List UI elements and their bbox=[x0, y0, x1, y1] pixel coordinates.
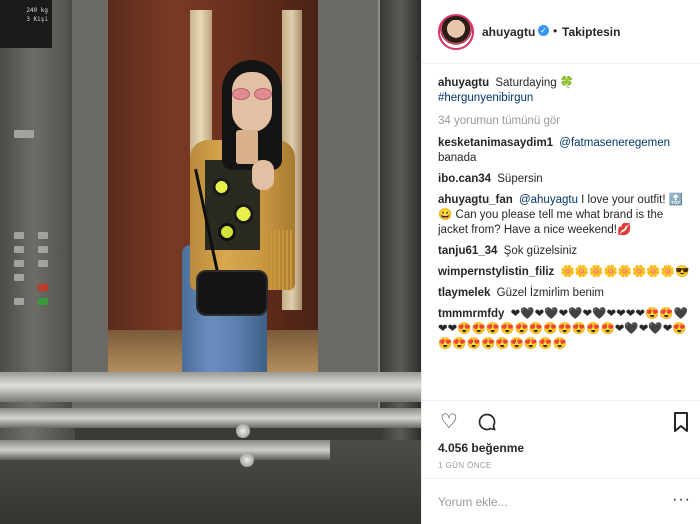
post-timestamp: 1 GÜN ÖNCE bbox=[438, 461, 492, 470]
elevator-button bbox=[38, 260, 48, 267]
caption-username[interactable]: ahuyagtu bbox=[438, 77, 489, 89]
elevator-key-slot bbox=[14, 130, 34, 138]
person-face bbox=[232, 72, 272, 132]
capacity-persons: 3 Kişi bbox=[26, 16, 48, 23]
instagram-post-view: 240 kg 3 Kişi ahuyagtu ✓ • Takiptesin ah… bbox=[0, 0, 700, 524]
comment-item: kesketanimasaydim1 @fatmaseneregemen ban… bbox=[438, 136, 690, 166]
header-username[interactable]: ahuyagtu bbox=[482, 25, 535, 39]
elevator-button bbox=[14, 298, 24, 305]
comment-username[interactable]: tmmmrmfdy bbox=[438, 308, 504, 320]
sunglasses bbox=[232, 88, 274, 100]
comment-icon[interactable] bbox=[474, 409, 500, 435]
comment-item: tanju61_34 Şok güzelsiniz bbox=[438, 244, 690, 259]
more-options-icon[interactable]: ··· bbox=[672, 491, 691, 509]
verified-badge-icon: ✓ bbox=[538, 25, 549, 36]
comment-username[interactable]: kesketanimasaydim1 bbox=[438, 137, 553, 149]
view-all-comments-link[interactable]: 34 yorumun tümünü gör bbox=[438, 114, 690, 129]
comment-item: ibo.can34 Süpersin bbox=[438, 172, 690, 187]
comment-mention[interactable]: @fatmaseneregemen bbox=[559, 137, 670, 149]
elevator-button bbox=[14, 232, 24, 239]
handrail bbox=[0, 440, 330, 460]
elevator-button bbox=[14, 260, 24, 267]
comment-username[interactable]: tanju61_34 bbox=[438, 245, 497, 257]
comment-username[interactable]: wimpernstylistin_filiz bbox=[438, 266, 554, 278]
like-count[interactable]: 4.056 beğenme bbox=[438, 441, 524, 455]
post-photo[interactable]: 240 kg 3 Kişi bbox=[0, 0, 421, 524]
handrail bbox=[0, 408, 421, 428]
comment-text: Şok güzelsiniz bbox=[503, 245, 578, 257]
rail-bolt bbox=[236, 424, 250, 438]
comment-item: tlaymelek Güzel İzmirlim benim bbox=[438, 286, 690, 301]
phone bbox=[236, 130, 258, 164]
bookmark-icon[interactable] bbox=[668, 409, 694, 435]
comment-item: ahuyagtu_fan @ahuyagtu I love your outfi… bbox=[438, 193, 690, 238]
separator-dot: • bbox=[553, 24, 558, 38]
comment-username[interactable]: ahuyagtu_fan bbox=[438, 194, 513, 206]
elevator-alarm-button bbox=[38, 284, 48, 291]
elevator-control-panel: 240 kg 3 Kişi bbox=[0, 0, 68, 380]
rail-bolt bbox=[240, 453, 254, 467]
person-bag bbox=[196, 270, 268, 316]
comment-mention[interactable]: @ahuyagtu bbox=[519, 194, 578, 206]
comments-list[interactable]: ahuyagtu Saturdaying 🍀 #hergunyenibirgun… bbox=[438, 76, 690, 396]
caption-hashtag[interactable]: #hergunyenibirgun bbox=[438, 92, 533, 104]
comment-text: Süpersin bbox=[497, 173, 543, 185]
elevator-button bbox=[14, 274, 24, 281]
elevator-button bbox=[14, 246, 24, 253]
comment-username[interactable]: ibo.can34 bbox=[438, 173, 491, 185]
add-comment-bar: ··· bbox=[422, 478, 700, 524]
comment-text: 🌼🌼🌼🌼🌼🌼🌼🌼😎 bbox=[560, 266, 690, 278]
comment-username[interactable]: tlaymelek bbox=[438, 287, 490, 299]
add-comment-input[interactable] bbox=[438, 491, 648, 513]
comment-item: wimpernstylistin_filiz 🌼🌼🌼🌼🌼🌼🌼🌼😎 bbox=[438, 265, 690, 280]
heart-icon[interactable]: ♡ bbox=[436, 409, 462, 435]
capacity-weight: 240 kg bbox=[26, 7, 48, 14]
comment-text: banada bbox=[438, 152, 477, 164]
caption: ahuyagtu Saturdaying 🍀 #hergunyenibirgun bbox=[438, 76, 690, 106]
elevator-button bbox=[38, 246, 48, 253]
elevator-capacity-display: 240 kg 3 Kişi bbox=[0, 0, 52, 48]
caption-text: Saturdaying 🍀 bbox=[495, 77, 575, 89]
avatar[interactable] bbox=[438, 14, 474, 50]
comment-text: Güzel İzmirlim benim bbox=[496, 287, 604, 299]
comment-item: tmmmrmfdy ❤🖤❤🖤❤🖤❤🖤❤❤❤❤😍😍🖤❤❤😍😍😍😍😍😍😍😍😍😍😍❤🖤… bbox=[438, 307, 690, 352]
person-arm bbox=[252, 160, 274, 190]
follow-status-button[interactable]: Takiptesin bbox=[562, 25, 620, 39]
post-header: ahuyagtu ✓ • Takiptesin bbox=[422, 0, 700, 64]
elevator-button bbox=[38, 232, 48, 239]
post-sidebar: ahuyagtu ✓ • Takiptesin ahuyagtu Saturda… bbox=[421, 0, 700, 524]
handrail bbox=[0, 372, 421, 402]
elevator-call-button bbox=[38, 298, 48, 305]
post-actions: ♡ bbox=[422, 400, 700, 442]
